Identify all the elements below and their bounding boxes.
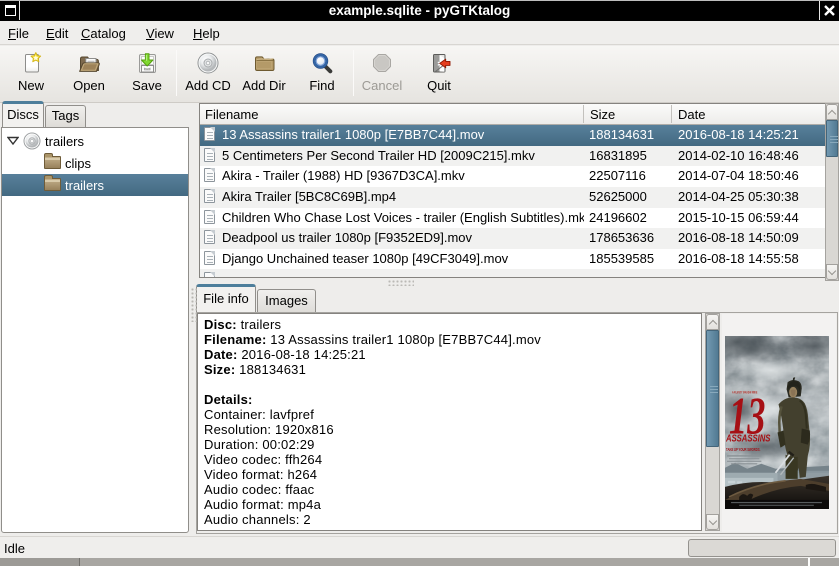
svg-text:ASSASSINS: ASSASSINS [725, 434, 770, 445]
svg-text:TAKE UP YOUR SWORDS.: TAKE UP YOUR SWORDS. [726, 447, 760, 452]
